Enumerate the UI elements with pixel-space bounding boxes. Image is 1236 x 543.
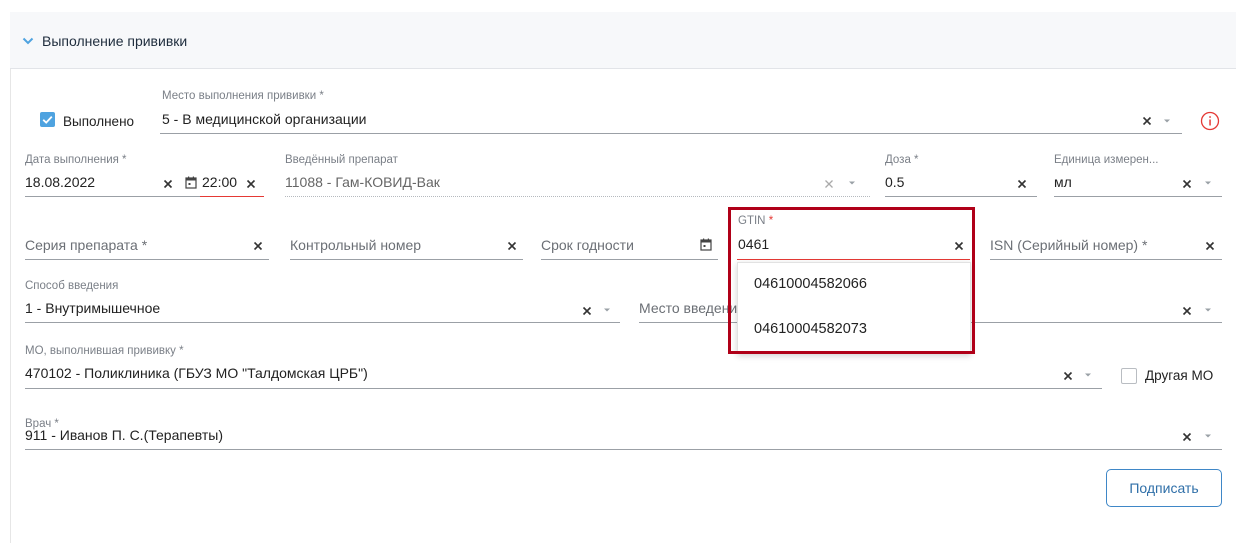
drug-value[interactable]: 11088 - Гам-КОВИД-Вак [285, 174, 440, 190]
route-value[interactable]: 1 - Внутримышечное [25, 300, 160, 316]
unit-label: Единица измерен... [1054, 154, 1159, 166]
clear-icon[interactable] [580, 304, 594, 318]
place-value[interactable]: 5 - В медицинской организации [162, 111, 366, 127]
place-label: Место выполнения прививки * [162, 90, 324, 102]
date-underline [25, 196, 200, 197]
caret-down-icon[interactable] [1202, 304, 1214, 316]
unit-value[interactable]: мл [1054, 174, 1072, 190]
section-header[interactable] [10, 12, 1236, 69]
expiry-input[interactable]: Срок годности [541, 237, 634, 253]
series-underline [25, 259, 269, 260]
mo-value[interactable]: 470102 - Поликлиника (ГБУЗ МО "Талдомска… [25, 365, 368, 381]
caret-down-icon[interactable] [1161, 115, 1173, 127]
done-label: Выполнено [63, 114, 135, 129]
caret-down-icon[interactable] [1202, 430, 1214, 442]
section-title: Выполнение прививки [42, 33, 188, 49]
gtin-highlight-box [728, 207, 975, 354]
other-mo-checkbox[interactable] [1121, 368, 1137, 384]
chevron-down-icon[interactable] [22, 34, 34, 46]
clear-icon[interactable] [1140, 114, 1154, 128]
clear-icon[interactable] [505, 239, 519, 253]
clear-icon[interactable] [1180, 304, 1194, 318]
sign-button[interactable]: Подписать [1106, 469, 1222, 507]
info-icon[interactable] [1200, 111, 1220, 131]
drug-underline [285, 196, 870, 197]
control-number-underline [290, 259, 523, 260]
caret-down-icon[interactable] [601, 304, 613, 316]
date-value[interactable]: 18.08.2022 [25, 174, 95, 190]
doctor-underline [25, 449, 1222, 450]
clear-icon[interactable] [251, 239, 265, 253]
caret-down-icon[interactable] [1202, 177, 1214, 189]
expiry-underline [541, 259, 718, 260]
clear-icon[interactable] [161, 177, 175, 191]
clear-icon[interactable] [1061, 369, 1075, 383]
dose-label: Доза * [885, 154, 919, 166]
dose-underline [885, 196, 1037, 197]
clear-icon[interactable] [822, 177, 836, 191]
control-number-input[interactable]: Контрольный номер [290, 237, 421, 253]
unit-underline [1054, 196, 1222, 197]
clear-icon[interactable] [1015, 177, 1029, 191]
clear-icon[interactable] [1203, 239, 1217, 253]
done-checkbox[interactable] [40, 112, 55, 127]
mo-underline [25, 388, 1102, 389]
isn-underline [990, 259, 1222, 260]
caret-down-icon[interactable] [1082, 369, 1094, 381]
doctor-value[interactable]: 911 - Иванов П. С.(Терапевты) [25, 427, 223, 443]
caret-down-icon[interactable] [846, 177, 858, 189]
route-underline [25, 322, 620, 323]
route-label: Способ введения [25, 280, 119, 292]
calendar-icon[interactable] [185, 176, 197, 189]
clear-icon[interactable] [1180, 430, 1194, 444]
time-value[interactable]: 22:00 [202, 174, 237, 190]
series-input[interactable]: Серия препарата * [25, 237, 147, 253]
dose-value[interactable]: 0.5 [885, 174, 904, 190]
time-error-underline [200, 196, 264, 197]
isn-input[interactable]: ISN (Серийный номер) * [990, 237, 1147, 253]
place-underline [160, 133, 1182, 134]
clear-icon[interactable] [1180, 177, 1194, 191]
mo-label: МО, выполнившая прививку * [25, 345, 184, 357]
calendar-icon[interactable] [700, 238, 712, 251]
date-label: Дата выполнения * [25, 154, 127, 166]
drug-label: Введённый препарат [285, 154, 398, 166]
clear-icon[interactable] [244, 177, 258, 191]
other-mo-label: Другая МО [1145, 368, 1214, 383]
check-icon [42, 115, 53, 124]
